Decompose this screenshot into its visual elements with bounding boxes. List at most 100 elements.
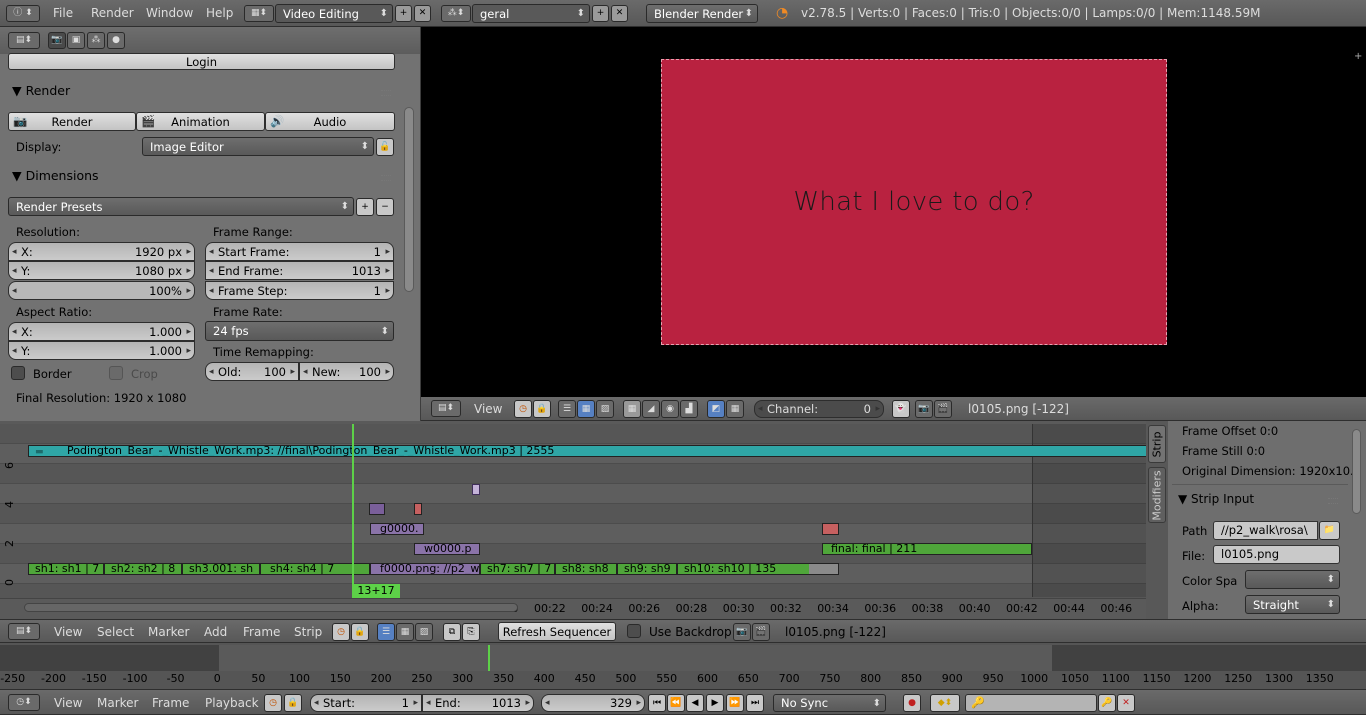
render-engine-select[interactable]: Blender Render bbox=[646, 4, 758, 23]
sequencer-view-icon[interactable]: ☰ bbox=[377, 623, 395, 641]
start-frame-field[interactable]: Start: 1 bbox=[310, 694, 422, 712]
audio-button[interactable]: 🔊 Audio bbox=[265, 112, 395, 131]
border-checkbox[interactable] bbox=[11, 366, 25, 380]
region-plus-icon[interactable]: + bbox=[1354, 51, 1362, 62]
render-still-icon[interactable]: 📷 bbox=[915, 400, 933, 418]
timeline-ruler[interactable]: -250 -200 -150 -100 -50 0 50 100 150 200 250 300 350… bbox=[0, 672, 1366, 688]
menu-help[interactable]: Help bbox=[206, 6, 233, 20]
scene-field[interactable]: geral bbox=[472, 4, 590, 23]
tab-strip[interactable]: Strip bbox=[1148, 425, 1166, 463]
res-percentage-slider[interactable]: 100% bbox=[8, 281, 195, 300]
scope-icon[interactable]: ◉ bbox=[661, 400, 679, 418]
render-layers-tab-icon[interactable]: ▣ bbox=[67, 32, 85, 49]
seq-menu-select[interactable]: Select bbox=[97, 625, 134, 639]
seq-menu-marker[interactable]: Marker bbox=[148, 625, 189, 639]
insert-keyframe-icon[interactable]: 🔑 bbox=[1098, 694, 1116, 712]
screen-layout-icon[interactable]: ▦⬍ bbox=[244, 5, 274, 22]
strip-sh2[interactable]: sh2: sh2 | 8 bbox=[104, 563, 182, 575]
strip-sh3[interactable]: sh3.001: sh bbox=[182, 563, 260, 575]
res-y-field[interactable]: Y: 1080 px bbox=[8, 261, 195, 280]
frame-step-field[interactable]: Frame Step: 1 bbox=[205, 281, 394, 300]
frame-rate-select[interactable]: 24 fps bbox=[205, 321, 394, 341]
tl-menu-marker[interactable]: Marker bbox=[97, 696, 138, 710]
tab-modifiers[interactable]: Modifiers bbox=[1148, 467, 1166, 523]
render-tab-icon[interactable]: 📷 bbox=[48, 32, 66, 49]
delete-scene-icon[interactable]: ✕ bbox=[611, 5, 628, 22]
prev-keyframe-icon[interactable]: ⏪ bbox=[667, 694, 685, 712]
add-preset-icon[interactable]: + bbox=[356, 198, 374, 216]
small-strip[interactable] bbox=[822, 523, 839, 535]
display-select[interactable]: Image Editor bbox=[142, 137, 374, 156]
clock-icon[interactable]: ◷ bbox=[264, 694, 282, 712]
remap-new-field[interactable]: New: 100 bbox=[299, 362, 394, 381]
luma-icon[interactable]: ◢ bbox=[642, 400, 660, 418]
end-frame-field[interactable]: End Frame: 1013 bbox=[205, 261, 394, 280]
jump-end-icon[interactable]: ⏭ bbox=[746, 694, 764, 712]
strip-final[interactable]: final: final | 211 bbox=[822, 543, 1032, 555]
seq-preview-icon[interactable]: ▨ bbox=[596, 400, 614, 418]
login-button[interactable]: Login bbox=[8, 53, 395, 70]
remap-old-field[interactable]: Old: 100 bbox=[205, 362, 299, 381]
menu-window[interactable]: Window bbox=[146, 6, 193, 20]
histogram-icon[interactable]: ▟ bbox=[680, 400, 698, 418]
tl-menu-frame[interactable]: Frame bbox=[152, 696, 189, 710]
strip-f0000[interactable]: f0000.png: //p2_w bbox=[370, 563, 480, 575]
keying-set-icon[interactable]: ◆⬍ bbox=[930, 694, 960, 712]
aspect-x-field[interactable]: X: 1.000 bbox=[8, 322, 195, 341]
res-x-field[interactable]: X: 1920 px bbox=[8, 242, 195, 261]
render-button[interactable]: 📷 Render bbox=[8, 112, 136, 131]
start-frame-field[interactable]: Start Frame: 1 bbox=[205, 242, 394, 261]
horizontal-scrollbar[interactable] bbox=[24, 603, 518, 612]
small-strip[interactable] bbox=[414, 503, 422, 515]
render-panel-title[interactable]: ▼ Render bbox=[12, 83, 70, 98]
seq-menu-view[interactable]: View bbox=[54, 625, 82, 639]
crop-checkbox[interactable] bbox=[109, 366, 123, 380]
end-frame-field[interactable]: End: 1013 bbox=[422, 694, 534, 712]
aspect-y-field[interactable]: Y: 1.000 bbox=[8, 341, 195, 360]
panel-grip-icon[interactable] bbox=[381, 175, 391, 181]
menu-render[interactable]: Render bbox=[91, 6, 134, 20]
render-anim-icon[interactable]: 🎬 bbox=[934, 400, 952, 418]
sync-select[interactable]: No Sync bbox=[773, 694, 886, 712]
copy-icon[interactable]: ⧉ bbox=[443, 623, 461, 641]
clock-icon[interactable]: ◷ bbox=[514, 400, 532, 418]
screen-layout-field[interactable]: Video Editing bbox=[275, 4, 393, 23]
refresh-sequencer-button[interactable]: Refresh Sequencer bbox=[498, 622, 616, 641]
alpha-icon[interactable]: ▦ bbox=[726, 400, 744, 418]
panel-grip-icon[interactable] bbox=[1328, 498, 1338, 504]
alpha-select[interactable]: Straight bbox=[1245, 595, 1340, 614]
add-icon[interactable]: + bbox=[395, 5, 412, 22]
color-space-select[interactable] bbox=[1245, 570, 1340, 589]
editor-type-icon[interactable]: ▤⬍ bbox=[431, 400, 461, 417]
current-frame-field[interactable]: 329 bbox=[541, 694, 645, 712]
sequencer-view-icon[interactable]: ☰ bbox=[558, 400, 576, 418]
use-backdrop-checkbox[interactable] bbox=[627, 624, 641, 638]
strip-g0000[interactable]: g0000. bbox=[370, 523, 424, 535]
strip-sh9[interactable]: sh9: sh9 bbox=[617, 563, 677, 575]
scene-tab-icon[interactable]: ⁂ bbox=[87, 32, 105, 49]
lock-icon[interactable]: 🔒 bbox=[284, 694, 302, 712]
seq-menu-frame[interactable]: Frame bbox=[243, 625, 280, 639]
menu-file[interactable]: File bbox=[53, 6, 73, 20]
preview-view-icon[interactable]: ▦ bbox=[396, 623, 414, 641]
keying-set-field[interactable]: 🔑 bbox=[965, 694, 1097, 712]
next-keyframe-icon[interactable]: ⏩ bbox=[726, 694, 744, 712]
preview-view-menu[interactable]: View bbox=[474, 402, 502, 416]
delete-keyframe-icon[interactable]: ✕ bbox=[1117, 694, 1135, 712]
lock-icon[interactable]: 🔒 bbox=[351, 623, 369, 641]
channel-field[interactable]: Channel: 0 bbox=[754, 400, 884, 418]
small-strip[interactable] bbox=[472, 484, 480, 495]
properties-scrollbar[interactable] bbox=[404, 107, 414, 292]
ghost-icon[interactable]: 👻 bbox=[892, 400, 910, 418]
timeline-playhead[interactable] bbox=[488, 645, 490, 671]
render-presets-select[interactable]: Render Presets bbox=[8, 197, 354, 216]
record-icon[interactable]: ● bbox=[903, 694, 921, 712]
clock-icon[interactable]: ◷ bbox=[332, 623, 350, 641]
lock-icon[interactable]: 🔒 bbox=[533, 400, 551, 418]
strip-sh7[interactable]: sh7: sh7 | 7 bbox=[480, 563, 555, 575]
animation-button[interactable]: 🎬 Animation bbox=[136, 112, 265, 131]
small-strip[interactable] bbox=[369, 503, 385, 515]
audio-strip[interactable]: Podington_Bear_-_Whistle_Work.mp3: //fin… bbox=[28, 445, 1148, 457]
strip-sh10[interactable]: sh10: sh10 | 135 bbox=[677, 563, 839, 575]
file-field[interactable]: l0105.png bbox=[1213, 545, 1340, 564]
